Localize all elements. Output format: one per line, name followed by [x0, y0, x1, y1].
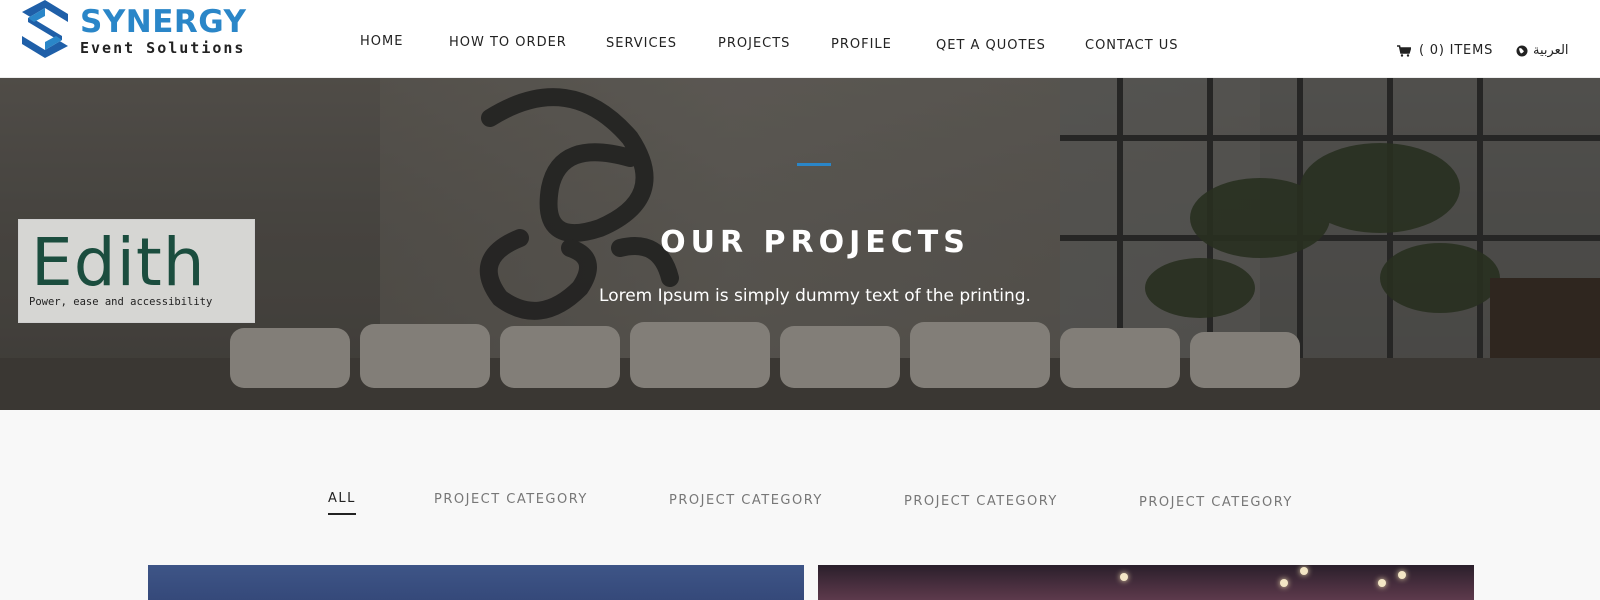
stage-light	[1280, 579, 1288, 587]
site-header: SYNERGY Event Solutions HOME HOW TO ORDE…	[0, 0, 1600, 78]
globe-icon	[1516, 45, 1528, 56]
brand-name: SYNERGY	[80, 4, 247, 40]
nav-contact-us[interactable]: CONTACT US	[1085, 38, 1179, 53]
hero-accent-line	[797, 163, 831, 166]
brand-logo[interactable]: SYNERGY Event Solutions	[22, 0, 252, 60]
filter-active-underline	[328, 513, 356, 515]
synergy-logo-icon	[22, 0, 68, 58]
stage-light	[1378, 579, 1386, 587]
filter-all[interactable]: ALL	[328, 491, 356, 506]
stage-light	[1120, 573, 1128, 581]
project-filters: ALL PROJECT CATEGORY PROJECT CATEGORY PR…	[0, 410, 1600, 550]
nav-get-a-quote[interactable]: QET A QUOTES	[936, 38, 1046, 53]
nav-profile[interactable]: PROFILE	[831, 37, 892, 52]
language-switch[interactable]: العربية	[1516, 43, 1569, 58]
filter-project-category[interactable]: PROJECT CATEGORY	[904, 494, 1058, 509]
nav-projects[interactable]: PROJECTS	[718, 36, 790, 51]
brand-tagline: Event Solutions	[80, 39, 246, 57]
project-card[interactable]	[818, 565, 1474, 600]
nav-services[interactable]: SERVICES	[606, 36, 677, 51]
cart-link[interactable]: ( 0) ITEMS	[1397, 43, 1493, 58]
filter-project-category[interactable]: PROJECT CATEGORY	[669, 493, 823, 508]
stage-light	[1300, 567, 1308, 575]
edith-badge[interactable]: Edith Power, ease and accessibility	[18, 219, 255, 323]
filter-project-category[interactable]: PROJECT CATEGORY	[434, 492, 588, 507]
edith-tagline: Power, ease and accessibility	[29, 296, 213, 308]
cart-icon	[1397, 44, 1411, 57]
edith-wordmark: Edith	[31, 224, 206, 301]
filter-project-category[interactable]: PROJECT CATEGORY	[1139, 495, 1293, 510]
nav-how-to-order[interactable]: HOW TO ORDER	[449, 35, 567, 50]
language-label: العربية	[1533, 43, 1569, 58]
hero-banner: OUR PROJECTS Lorem Ipsum is simply dummy…	[0, 78, 1600, 410]
nav-home[interactable]: HOME	[360, 34, 403, 49]
project-card[interactable]	[148, 565, 804, 600]
cart-count-label: ( 0) ITEMS	[1419, 43, 1494, 58]
stage-light	[1398, 571, 1406, 579]
